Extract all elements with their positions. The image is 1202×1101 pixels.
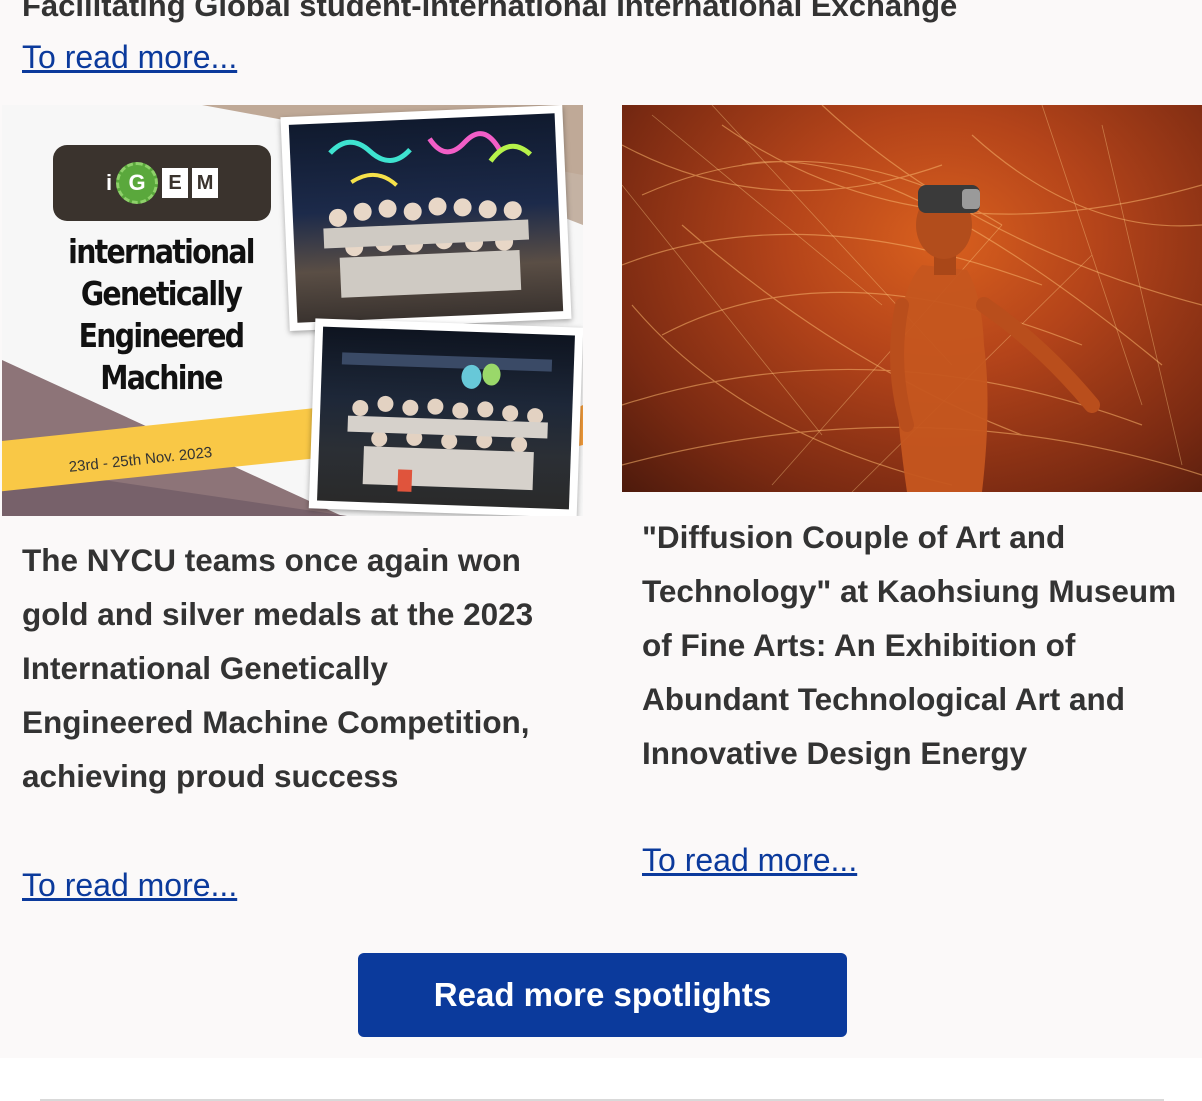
- igem-name-line: international: [68, 232, 255, 271]
- team-photo-2: [308, 318, 583, 516]
- igem-logo-e: E: [162, 168, 189, 198]
- igem-logo: i G E M: [53, 145, 271, 221]
- igem-name-line: Genetically: [80, 274, 243, 313]
- igem-logo-i: i: [105, 170, 113, 195]
- igem-logo-m: M: [192, 168, 219, 198]
- team-photo-1-image: [288, 113, 564, 323]
- team-photo-2-scene: [341, 352, 553, 492]
- igem-card-image[interactable]: i G E M international Genetically Engine…: [2, 105, 583, 516]
- top-story-read-more-link[interactable]: To read more...: [22, 37, 237, 77]
- igem-name-line: Engineered: [78, 316, 245, 355]
- igem-name-line: Machine: [100, 358, 223, 397]
- art-exhibition-image[interactable]: [622, 105, 1202, 492]
- team-photo-1: [280, 105, 572, 332]
- card-2-read-more-link[interactable]: To read more...: [642, 840, 857, 880]
- top-story-title: Facilitating Global student-internationa…: [22, 0, 958, 23]
- igem-full-name: international Genetically Engineered Mac…: [50, 231, 272, 399]
- card-2-title: "Diffusion Couple of Art and Technology"…: [642, 519, 1177, 771]
- card-1-title: The NYCU teams once again won gold and s…: [22, 542, 534, 794]
- team-photo-1-scene: [323, 131, 533, 298]
- card-1-read-more-link[interactable]: To read more...: [22, 865, 237, 905]
- igem-logo-gear-icon: G: [116, 162, 159, 204]
- art-exhibition-scene: [622, 105, 1202, 492]
- team-photo-2-image: [317, 326, 575, 510]
- read-more-spotlights-button[interactable]: Read more spotlights: [358, 953, 847, 1037]
- spotlight-panel: Facilitating Global student-internationa…: [0, 0, 1202, 1058]
